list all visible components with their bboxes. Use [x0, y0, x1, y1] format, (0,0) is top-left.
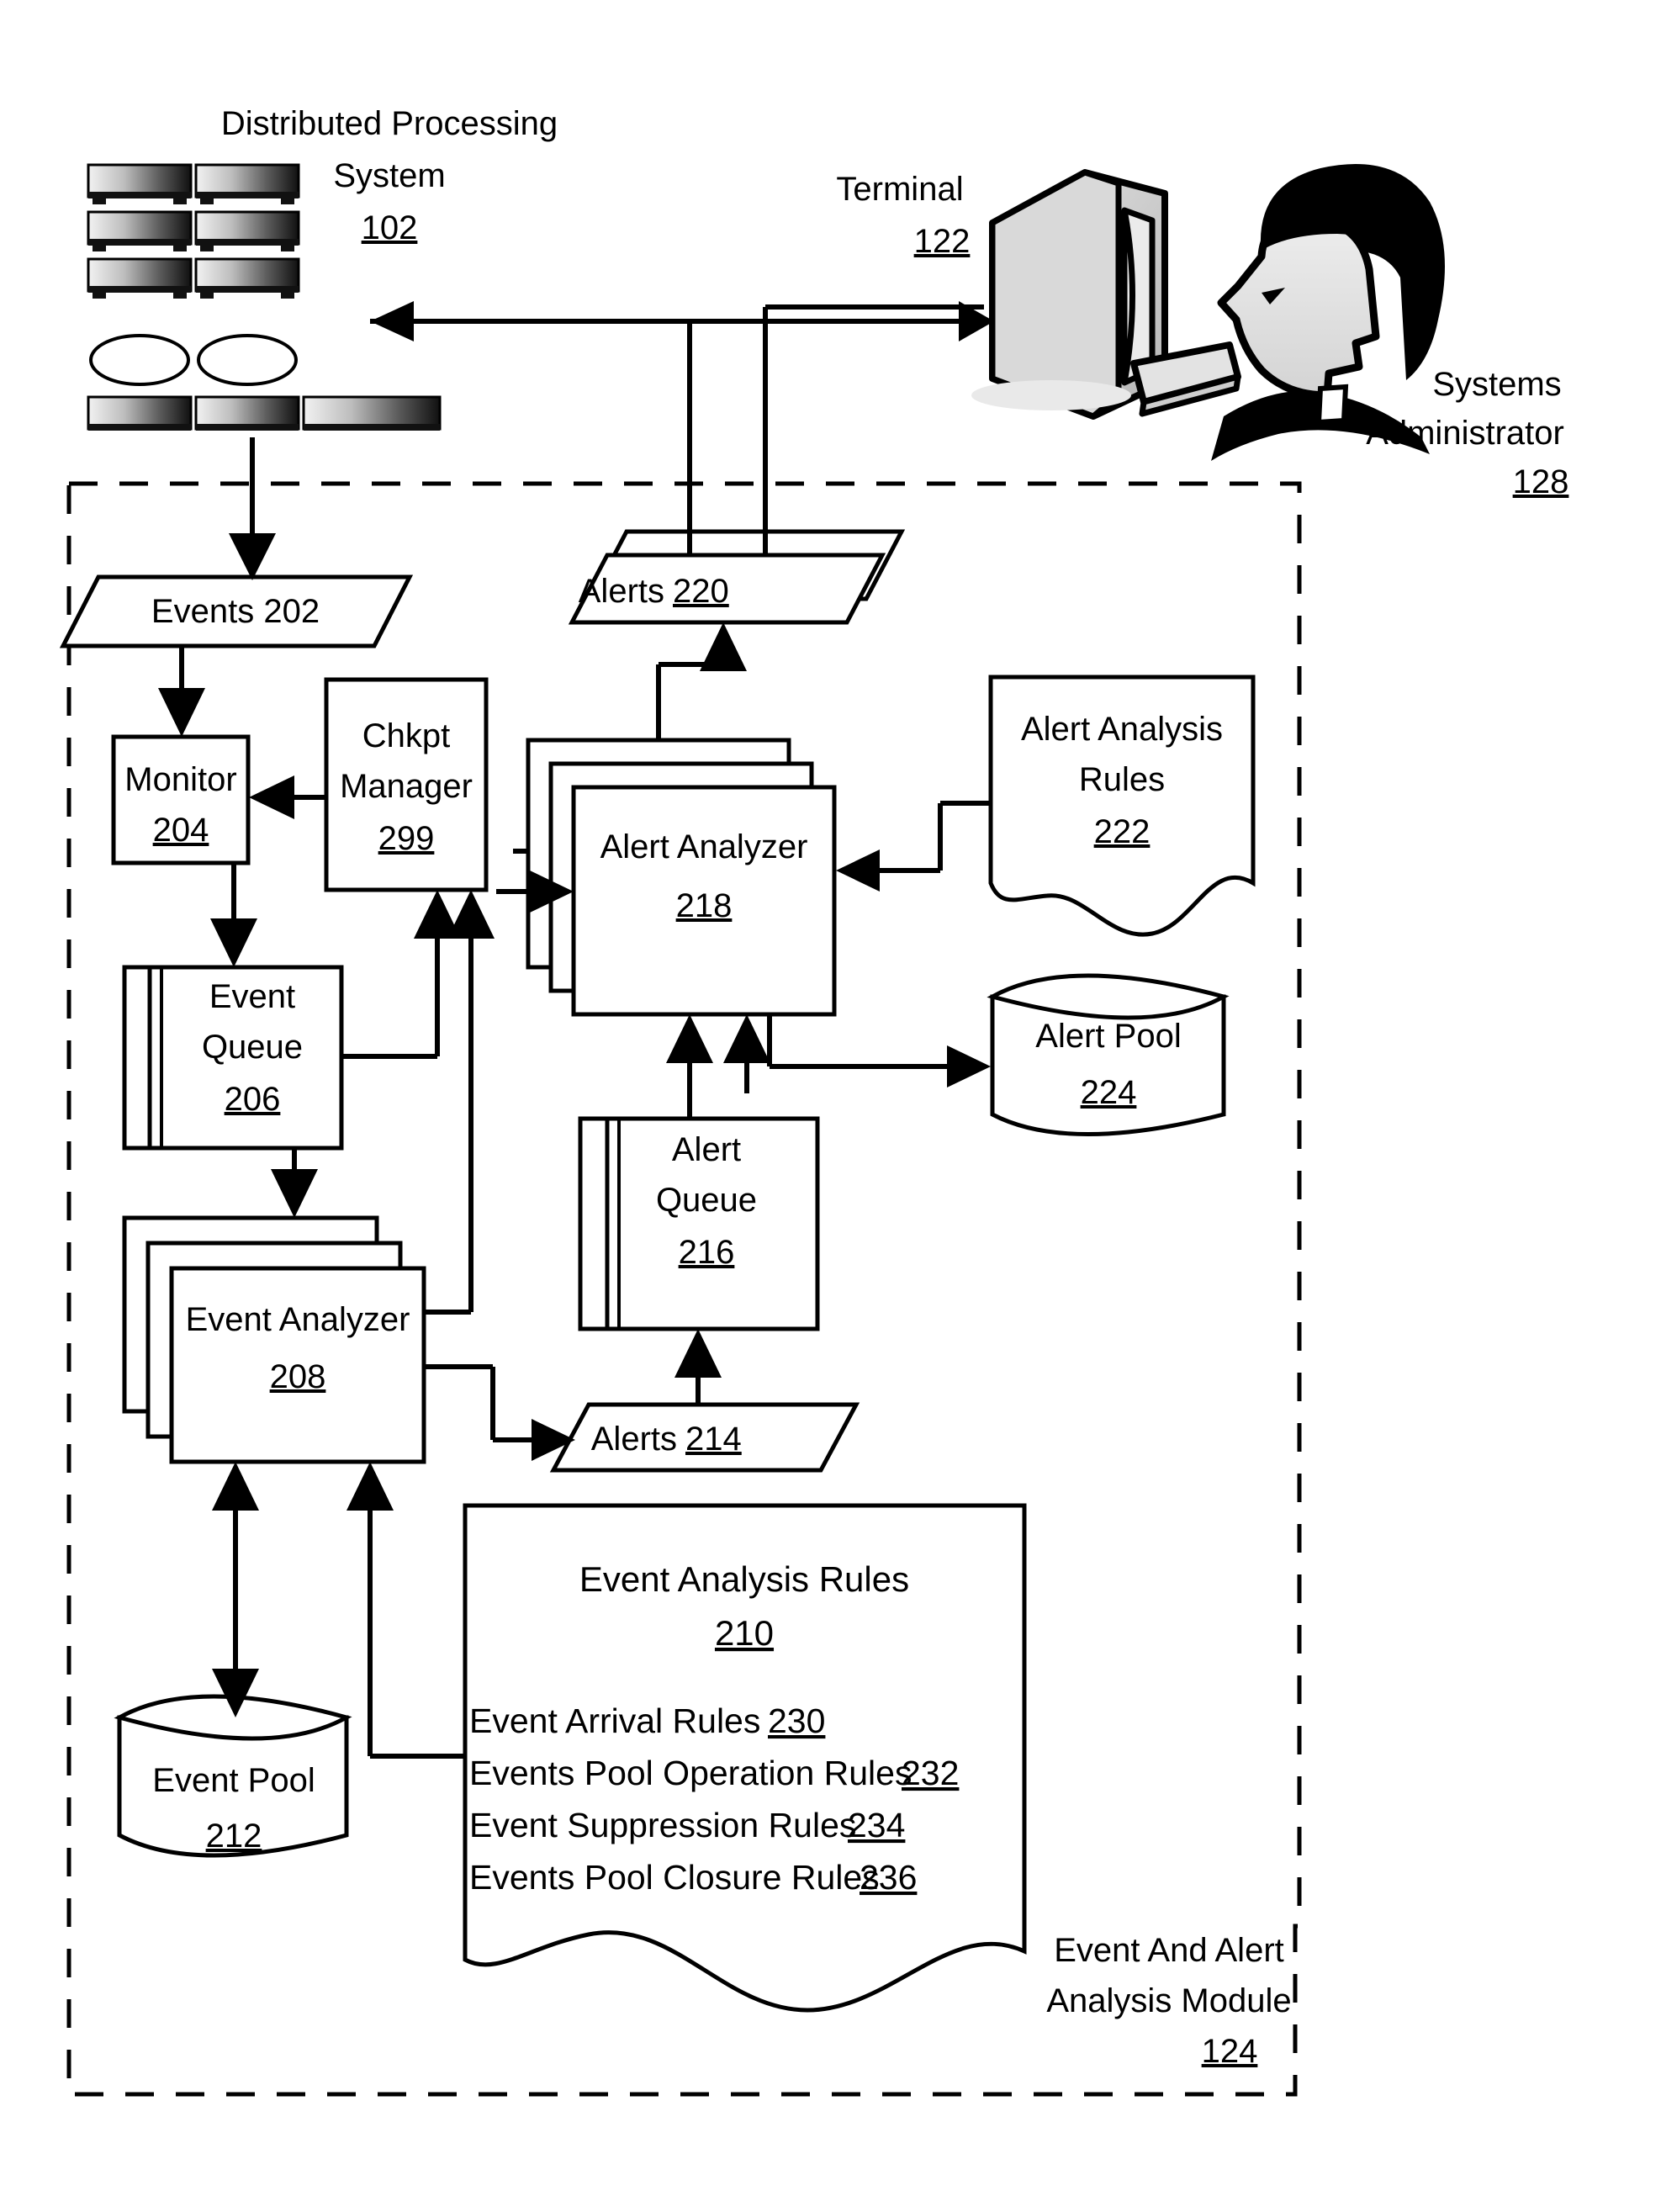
- module-ref: 124: [1202, 2033, 1258, 2070]
- event-queue-206-ref: 206: [225, 1081, 281, 1118]
- rule-item-ref: 234: [848, 1806, 905, 1844]
- alert-queue-216-line1: Alert: [672, 1131, 741, 1168]
- events-202-label: Events 202: [151, 593, 320, 630]
- rule-item-label: Event Arrival Rules: [469, 1701, 760, 1740]
- chkpt-manager-299-ref: 299: [378, 820, 435, 857]
- alert-analyzer-218-label: Alert Analyzer: [600, 828, 808, 865]
- alert-pool-224-label: Alert Pool: [1035, 1018, 1181, 1055]
- alert-queue-216-line2: Queue: [656, 1182, 757, 1219]
- alerts-214-ref: 214: [685, 1421, 742, 1458]
- patent-figure-page: Distributed Processing System 102 Termin…: [0, 0, 1661, 2212]
- chkpt-manager-299-line2: Manager: [340, 768, 473, 805]
- alert-analysis-rules-222-line1: Alert Analysis: [1021, 711, 1223, 748]
- alert-analysis-rules-222-line2: Rules: [1079, 761, 1165, 798]
- admin-label-line2: Administrator: [1366, 415, 1564, 452]
- alerts-220-label: Alerts: [579, 573, 664, 610]
- event-analyzer-208-ref: 208: [270, 1358, 326, 1395]
- rule-item-label: Events Pool Operation Rules: [469, 1754, 912, 1792]
- monitor-204-ref: 204: [153, 812, 209, 849]
- event-analyzer-208-label: Event Analyzer: [186, 1301, 410, 1338]
- alerts-220-ref: 220: [673, 573, 729, 610]
- rule-item-ref: 236: [860, 1858, 917, 1897]
- event-queue-206-line2: Queue: [202, 1029, 303, 1066]
- event-analysis-rules-210-title: Event Analysis Rules: [579, 1559, 909, 1599]
- terminal-ref: 122: [914, 223, 971, 260]
- alert-analysis-rules-222-ref: 222: [1094, 813, 1151, 850]
- event-analysis-rules-210-ref: 210: [715, 1613, 774, 1653]
- module-label-line2: Analysis Module: [1046, 1982, 1291, 2019]
- figure-text: Distributed Processing System 102 Termin…: [124, 105, 1569, 2070]
- alert-queue-216-ref: 216: [679, 1234, 735, 1271]
- event-queue-206-line1: Event: [209, 978, 295, 1015]
- event-pool-212-label: Event Pool: [152, 1762, 315, 1799]
- rule-item-ref: 232: [902, 1754, 959, 1792]
- dps-title-line1: Distributed Processing: [221, 105, 558, 142]
- admin-ref: 128: [1513, 463, 1569, 500]
- alerts-214-label: Alerts: [591, 1421, 677, 1458]
- chkpt-manager-299-line1: Chkpt: [362, 717, 451, 754]
- alert-analyzer-218-ref: 218: [676, 887, 733, 924]
- dps-title-line2: System: [333, 157, 445, 194]
- module-label-line1: Event And Alert: [1054, 1932, 1284, 1969]
- dps-ref: 102: [362, 209, 418, 246]
- event-pool-212-ref: 212: [206, 1818, 262, 1855]
- monitor-204-label: Monitor: [124, 761, 236, 798]
- alert-pool-224-ref: 224: [1081, 1074, 1137, 1111]
- rule-item-ref: 230: [768, 1701, 825, 1740]
- terminal-label: Terminal: [836, 171, 963, 208]
- admin-label-line1: Systems: [1432, 366, 1561, 403]
- rule-item-label: Events Pool Closure Rules: [469, 1858, 880, 1897]
- rule-item-label: Event Suppression Rules: [469, 1806, 856, 1844]
